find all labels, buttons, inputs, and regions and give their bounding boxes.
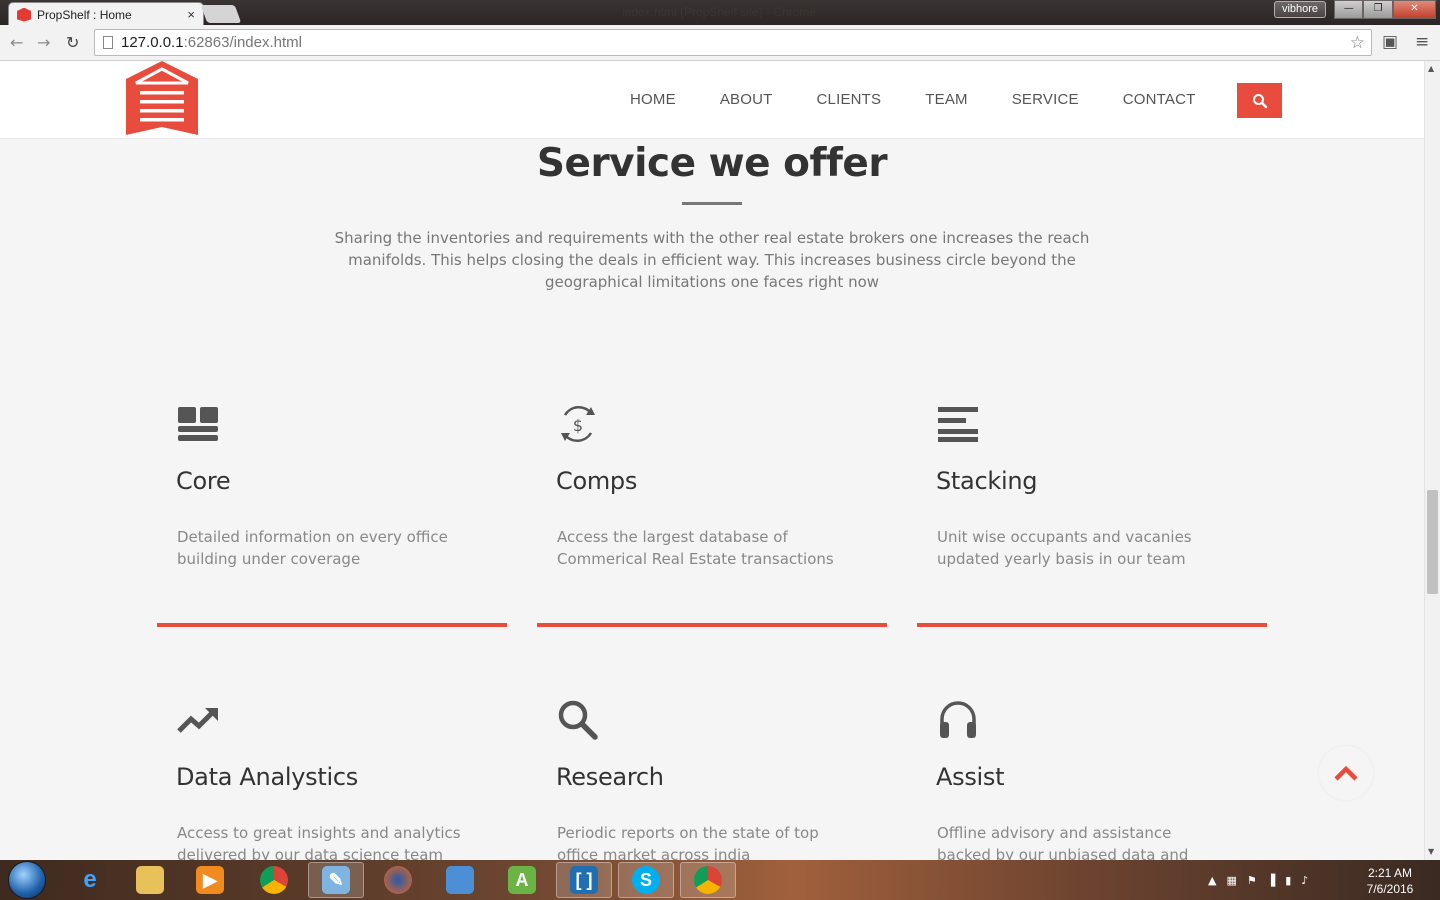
card-accent-bar xyxy=(917,623,1267,627)
service-card-stacking: Stacking Unit wise occupants and vacanie… xyxy=(917,403,1267,629)
paint-icon[interactable]: ✎ xyxy=(308,862,364,898)
forward-arrow-icon[interactable]: → xyxy=(37,33,50,52)
house-stack-logo-icon[interactable] xyxy=(126,61,198,139)
nav-home[interactable]: HOME xyxy=(630,91,676,108)
volume-icon[interactable]: ♪ xyxy=(1301,874,1308,887)
title-divider xyxy=(682,202,742,205)
chevron-up-icon xyxy=(1334,765,1358,781)
back-arrow-icon[interactable]: ← xyxy=(10,33,23,52)
back-to-top-button[interactable] xyxy=(1319,746,1373,800)
address-bar[interactable]: 127.0.0.1:62863/index.html ☆ xyxy=(94,29,1372,56)
stacking-bars-icon xyxy=(938,407,978,442)
card-title: Assist xyxy=(936,763,1005,791)
card-text: Detailed information on every office bui… xyxy=(177,528,448,568)
browser-tab-active[interactable]: PropShelf : Home × xyxy=(8,2,204,26)
svg-text:$: $ xyxy=(573,416,583,435)
media-player-icon[interactable]: ▶ xyxy=(182,862,238,898)
skype-icon[interactable]: S xyxy=(618,862,674,898)
card-text: Periodic reports on the state of top off… xyxy=(557,824,819,860)
restore-button[interactable]: ❐ xyxy=(1363,0,1393,19)
nav-about[interactable]: ABOUT xyxy=(720,91,773,108)
taskbar-clock[interactable]: 2:21 AM 7/6/2016 xyxy=(1356,865,1424,897)
ie-icon[interactable]: e xyxy=(62,862,118,898)
nav-clients[interactable]: CLIENTS xyxy=(817,91,882,108)
scroll-up-arrow-icon[interactable]: ▲ xyxy=(1428,64,1434,73)
action-center-icon[interactable]: ⚑ xyxy=(1247,874,1257,887)
profile-user-button[interactable]: vibhore xyxy=(1274,1,1326,18)
card-accent-bar xyxy=(537,623,887,627)
service-card-comps: $ Comps Access the largest database of C… xyxy=(537,403,887,629)
tray-expand-icon[interactable]: ▲ xyxy=(1208,874,1216,887)
window-titlebar: PropShelf : Home × index.html (PropShelf… xyxy=(0,0,1440,26)
start-button[interactable] xyxy=(8,861,46,899)
card-accent-bar xyxy=(157,623,507,627)
card-text: Offline advisory and assistance backed b… xyxy=(937,824,1189,860)
scroll-down-arrow-icon[interactable]: ▼ xyxy=(1428,847,1434,856)
reload-icon[interactable]: ↻ xyxy=(66,33,79,52)
card-title: Data Analystics xyxy=(176,763,358,791)
extension-icon[interactable]: ▣ xyxy=(1382,32,1398,52)
tab-close-icon[interactable]: × xyxy=(187,7,195,22)
magnifier-icon xyxy=(558,700,598,740)
chrome-icon[interactable] xyxy=(246,862,302,898)
card-text: Unit wise occupants and vacanies updated… xyxy=(937,528,1192,568)
window-title: index.html (PropShelf site) - Chrome xyxy=(622,5,817,19)
page-scrollbar[interactable]: ▲ ▼ xyxy=(1424,61,1440,860)
search-button[interactable] xyxy=(1237,83,1282,118)
page-icon xyxy=(103,36,113,49)
menu-icon[interactable]: ≡ xyxy=(1415,32,1429,52)
headset-icon xyxy=(940,701,976,738)
service-card-data-analytics: Data Analystics Access to great insights… xyxy=(157,699,507,860)
brackets-icon[interactable]: [ ] xyxy=(556,862,612,898)
card-title: Stacking xyxy=(936,467,1038,495)
dashboard-icon xyxy=(178,407,218,441)
nav-contact[interactable]: CONTACT xyxy=(1123,91,1196,108)
dollar-cycle-icon: $ xyxy=(561,406,595,442)
trending-up-icon xyxy=(177,708,218,733)
clock-date: 7/6/2016 xyxy=(1366,882,1414,896)
nav-service[interactable]: SERVICE xyxy=(1012,91,1079,108)
search-icon xyxy=(1252,93,1267,108)
system-tray[interactable]: ▲ ▦ ⚑ ▐ ▮ ♪ xyxy=(1208,874,1308,887)
card-title: Research xyxy=(556,763,664,791)
card-title: Comps xyxy=(556,467,638,495)
clock-time: 2:21 AM xyxy=(1367,866,1413,880)
minimize-button[interactable]: — xyxy=(1334,0,1364,19)
section-description: Sharing the inventories and requirements… xyxy=(334,229,1090,291)
service-card-core: Core Detailed information on every offic… xyxy=(157,403,507,629)
tab-title: PropShelf : Home xyxy=(37,7,132,22)
new-tab-button[interactable] xyxy=(200,5,242,23)
section-title: Service we offer xyxy=(536,141,888,186)
service-card-research: Research Periodic reports on the state o… xyxy=(537,699,887,860)
main-nav: HOME ABOUT CLIENTS TEAM SERVICE CONTACT xyxy=(630,91,1240,108)
url-text[interactable]: 127.0.0.1:62863/index.html xyxy=(121,34,1350,51)
service-card-assist: Assist Offline advisory and assistance b… xyxy=(917,699,1267,860)
scrollbar-thumb[interactable] xyxy=(1427,490,1438,594)
firefox-icon[interactable] xyxy=(370,862,426,898)
control-panel-icon[interactable] xyxy=(432,862,488,898)
chrome-canary-icon[interactable] xyxy=(680,862,736,898)
page-viewport: HOME ABOUT CLIENTS TEAM SERVICE CONTACT … xyxy=(0,61,1424,860)
site-header: HOME ABOUT CLIENTS TEAM SERVICE CONTACT xyxy=(0,61,1424,139)
file-explorer-icon[interactable] xyxy=(122,862,178,898)
bookmark-star-icon[interactable]: ☆ xyxy=(1350,33,1365,53)
windows-flag-icon[interactable]: ▦ xyxy=(1226,874,1236,887)
network-icon[interactable]: ▐ xyxy=(1267,874,1275,887)
card-text: Access the largest database of Commerica… xyxy=(557,528,834,568)
android-studio-icon[interactable]: A xyxy=(494,862,550,898)
site-favicon-icon xyxy=(17,7,31,22)
nav-team[interactable]: TEAM xyxy=(925,91,967,108)
windows-taskbar: e ▶ ✎ A [ ] S ▲ ▦ ⚑ ▐ ▮ ♪ 2:21 AM 7/6/20… xyxy=(0,860,1440,900)
card-title: Core xyxy=(176,467,231,495)
card-text: Access to great insights and analytics d… xyxy=(177,824,461,860)
battery-icon[interactable]: ▮ xyxy=(1285,874,1291,887)
window-controls: — ❐ ✕ xyxy=(1334,0,1436,19)
browser-toolbar: ← → ↻ 127.0.0.1:62863/index.html ☆ ▣ ≡ xyxy=(0,25,1440,61)
close-window-button[interactable]: ✕ xyxy=(1392,0,1436,19)
